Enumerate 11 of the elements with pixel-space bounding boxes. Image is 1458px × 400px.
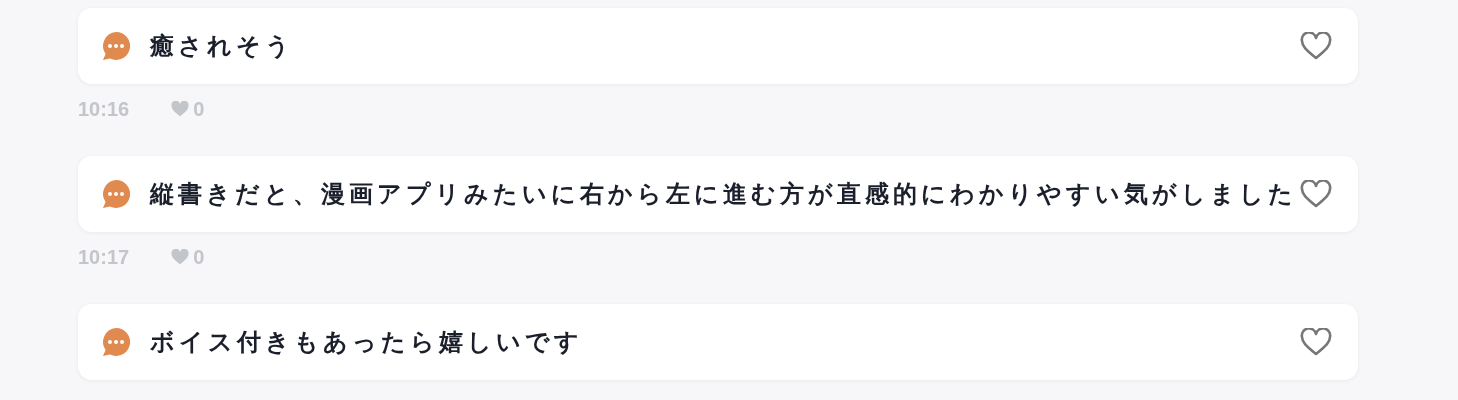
comment-text: 癒されそう — [150, 31, 295, 61]
like-button[interactable] — [1300, 328, 1332, 356]
comment-text: ボイス付きもあったら嬉しいです — [150, 327, 584, 357]
comment-text: 縦書きだと、漫画アプリみたいに右から左に進む方が直感的にわかりやすい気がしました — [150, 179, 1298, 209]
chat-bubble-icon — [100, 178, 132, 210]
heart-icon — [171, 249, 190, 265]
like-button[interactable] — [1300, 32, 1332, 60]
like-button[interactable] — [1300, 180, 1332, 208]
chat-bubble-icon — [100, 30, 132, 62]
heart-icon — [171, 101, 190, 117]
chat-bubble-icon — [100, 326, 132, 358]
